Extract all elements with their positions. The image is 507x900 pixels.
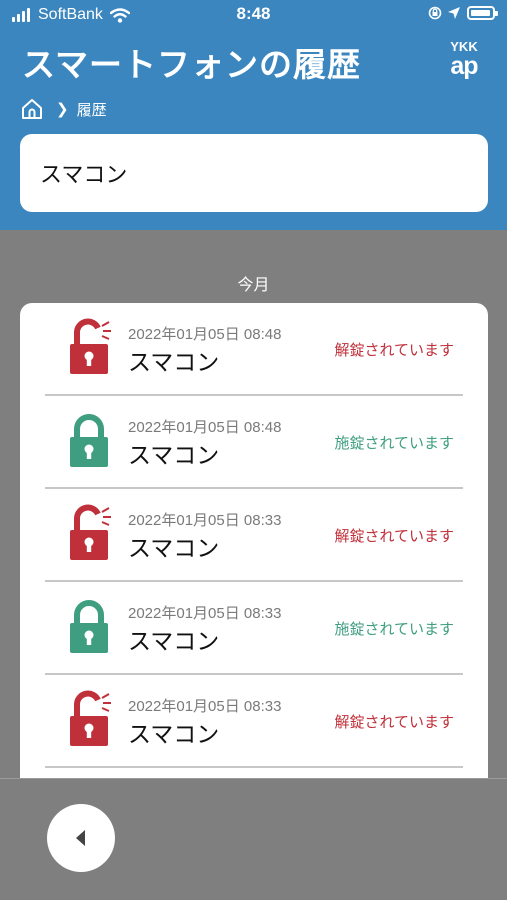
- status-bar: SoftBank 8:48: [0, 0, 507, 30]
- header: SoftBank 8:48 スマートフォンの履歴 YKK ap ❯ 履歴 スマコ…: [0, 0, 507, 230]
- triangle-left-icon: [76, 830, 85, 846]
- unlocked-padlock-icon: [64, 502, 114, 562]
- breadcrumb: ❯ 履歴: [20, 96, 107, 122]
- history-row: 2022年01月05日 08:33 スマコン 解錠されています: [20, 675, 488, 768]
- history-status: 施錠されています: [334, 620, 454, 638]
- back-button[interactable]: [47, 804, 115, 872]
- history-device-name: スマコン: [128, 722, 220, 748]
- history-device-name: スマコン: [128, 350, 220, 376]
- home-icon[interactable]: [20, 97, 44, 121]
- history-device-name: スマコン: [128, 536, 220, 562]
- history-datetime: 2022年01月05日 08:48: [128, 326, 282, 343]
- history-datetime: 2022年01月05日 08:33: [128, 605, 282, 622]
- history-datetime: 2022年01月05日 08:48: [128, 419, 282, 436]
- location-icon: [448, 7, 460, 19]
- history-device-name: スマコン: [128, 629, 220, 655]
- history-status: 解錠されています: [334, 527, 454, 545]
- history-status: 施錠されています: [334, 434, 454, 452]
- page-title: スマートフォンの履歴: [22, 45, 362, 84]
- bottom-bar: [0, 778, 507, 900]
- locked-padlock-icon: [64, 409, 114, 469]
- history-row: 2022年01月05日 08:48 スマコン 解錠されています: [20, 303, 488, 396]
- history-datetime: 2022年01月05日 08:33: [128, 512, 282, 529]
- device-name-card[interactable]: スマコン: [20, 134, 488, 212]
- history-list: 2022年01月05日 08:48 スマコン 解錠されています 2022年01月05日…: [20, 303, 488, 793]
- chevron-right-icon: ❯: [56, 100, 69, 118]
- ykk-ap-logo: YKK ap: [450, 39, 478, 80]
- locked-padlock-icon: [64, 595, 114, 655]
- history-status: 解錠されています: [334, 713, 454, 731]
- history-status: 解錠されています: [334, 341, 454, 359]
- history-row: 2022年01月05日 08:33 スマコン 施錠されています: [20, 582, 488, 675]
- history-row: 2022年01月05日 08:48 スマコン 施錠されています: [20, 396, 488, 489]
- row-divider: [45, 766, 463, 768]
- unlocked-padlock-icon: [64, 688, 114, 748]
- device-name: スマコン: [40, 163, 128, 188]
- battery-icon: [467, 6, 498, 20]
- month-label: 今月: [237, 275, 270, 294]
- orientation-lock-icon: [428, 6, 442, 20]
- history-datetime: 2022年01月05日 08:33: [128, 698, 282, 715]
- history-device-name: スマコン: [128, 443, 220, 469]
- unlocked-padlock-icon: [64, 316, 114, 376]
- history-row: 2022年01月05日 08:33 スマコン 解錠されています: [20, 489, 488, 582]
- breadcrumb-current: 履歴: [76, 100, 107, 119]
